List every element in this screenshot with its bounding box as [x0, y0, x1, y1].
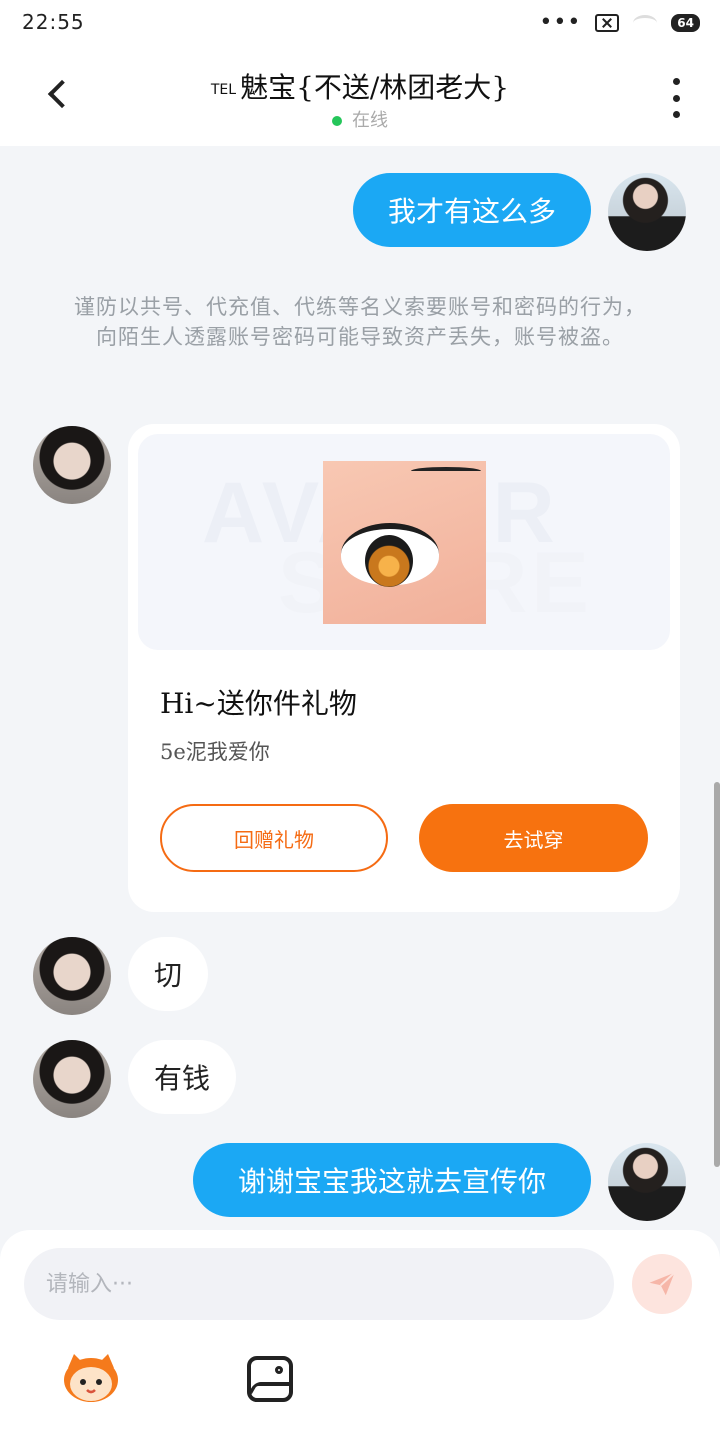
gift-title: Hi~送你件礼物 — [160, 687, 357, 720]
contact-avatar[interactable] — [33, 1040, 111, 1118]
online-dot-icon — [332, 116, 342, 126]
chat-title: TEL 魅宝{不送/林团老大} — [0, 66, 720, 106]
contact-avatar[interactable] — [33, 937, 111, 1015]
self-avatar[interactable] — [608, 1143, 686, 1221]
send-button[interactable] — [632, 1254, 692, 1314]
chat-header: TEL 魅宝{不送/林团老大} 在线 — [0, 48, 720, 146]
emoji-button[interactable] — [60, 1352, 122, 1404]
gift-preview: AVATAR STORE — [138, 434, 670, 650]
message-text: 我才有这么多 — [387, 195, 556, 228]
status-bar: 22:55 ••• 64 — [0, 0, 720, 48]
message-bubble-other[interactable]: 切 — [128, 937, 208, 1011]
contact-name: 魅宝{不送/林团老大} — [240, 71, 510, 104]
battery-icon: 64 — [671, 14, 700, 32]
message-text: 有钱 — [153, 1062, 210, 1095]
image-button[interactable] — [247, 1356, 293, 1402]
title-prefix: TEL — [210, 81, 237, 98]
notification-x-icon — [595, 14, 620, 32]
input-panel — [0, 1230, 720, 1440]
gift-subtitle: 5e泥我爱你 — [160, 740, 270, 764]
message-text: 谢谢宝宝我这就去宣传你 — [237, 1165, 546, 1198]
contact-avatar[interactable] — [33, 426, 111, 504]
self-avatar[interactable] — [608, 173, 686, 251]
more-options-button[interactable] — [666, 78, 686, 118]
scrollbar[interactable] — [714, 782, 720, 1167]
online-status: 在线 — [0, 106, 720, 132]
message-input[interactable] — [24, 1248, 614, 1320]
more-vertical-icon — [672, 78, 680, 85]
online-status-label: 在线 — [352, 110, 388, 131]
return-gift-button[interactable]: 回赠礼物 — [160, 804, 388, 872]
message-bubble-self[interactable]: 谢谢宝宝我这就去宣传你 — [193, 1143, 591, 1217]
status-icons: ••• 64 — [539, 10, 700, 35]
message-bubble-other[interactable]: 有钱 — [128, 1040, 236, 1114]
security-notice: 谨防以共号、代充值、代练等名义索要账号和密码的行为，向陌生人透露账号密码可能导致… — [74, 295, 646, 349]
message-bubble-self[interactable]: 我才有这么多 — [353, 173, 591, 247]
gift-card[interactable]: AVATAR STORE Hi~送你件礼物 5e泥我爱你 回赠礼物 去试穿 — [128, 424, 680, 912]
message-text: 切 — [153, 959, 182, 992]
status-time: 22:55 — [22, 10, 85, 34]
image-icon — [275, 1366, 283, 1374]
mascot-emoji-icon — [64, 1354, 118, 1402]
wifi-icon — [633, 15, 658, 31]
try-on-button[interactable]: 去试穿 — [419, 804, 648, 872]
gift-image — [323, 461, 486, 624]
send-icon — [649, 1272, 676, 1296]
more-dots-icon: ••• — [539, 10, 582, 35]
